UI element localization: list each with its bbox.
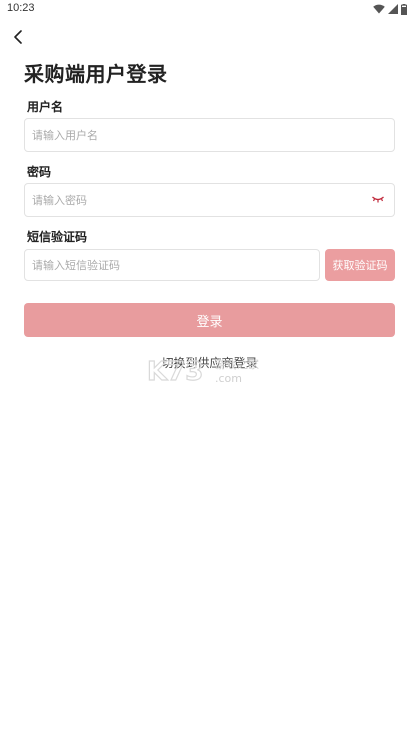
login-button[interactable]: 登录 <box>24 303 395 337</box>
status-time: 10:23 <box>7 2 35 14</box>
sms-code-input[interactable] <box>24 249 320 281</box>
k73-watermark-logo: K73 游戏之家 .com <box>146 356 259 385</box>
svg-text:K73: K73 <box>147 357 203 385</box>
password-input[interactable] <box>24 183 395 217</box>
status-icons <box>373 3 407 15</box>
password-label: 密码 <box>27 165 52 179</box>
username-input[interactable] <box>24 118 395 152</box>
username-label: 用户名 <box>27 100 64 114</box>
eye-closed-icon[interactable] <box>371 194 385 204</box>
svg-text:.com: .com <box>215 372 242 385</box>
svg-text:游戏之家: 游戏之家 <box>215 357 259 371</box>
get-sms-code-button[interactable]: 获取验证码 <box>325 249 395 281</box>
chevron-left-icon <box>14 30 22 44</box>
page-title: 采购端用户登录 <box>24 62 168 86</box>
signal-icon <box>388 4 398 14</box>
battery-icon <box>401 3 407 15</box>
status-bar: 10:23 <box>0 0 419 20</box>
wifi-icon <box>373 4 385 14</box>
back-button[interactable] <box>8 27 28 47</box>
sms-code-label: 短信验证码 <box>27 230 88 244</box>
